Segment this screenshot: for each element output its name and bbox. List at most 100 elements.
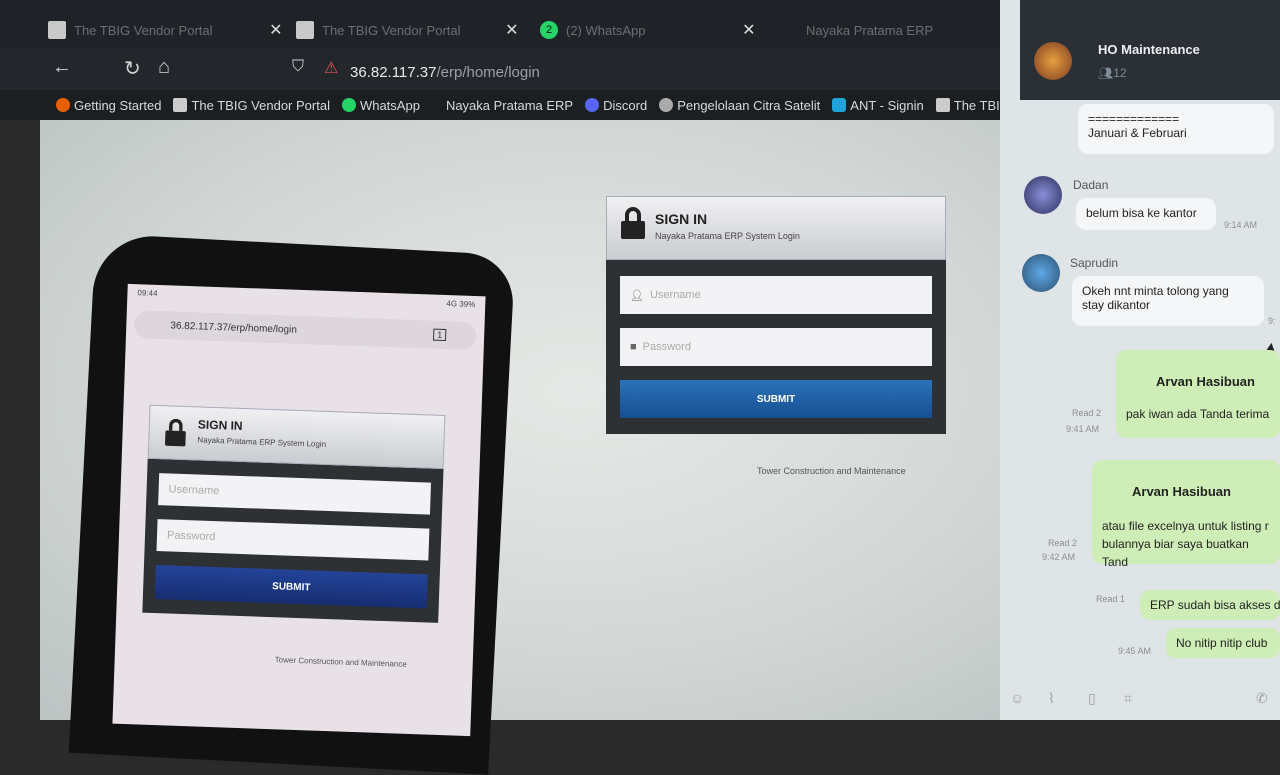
insecure-lock-icon[interactable]: ⚠ (324, 58, 338, 78)
close-tab-icon[interactable]: ✕ (505, 20, 518, 40)
chat-message: Okeh nnt minta tolong yang stay dikantor (1072, 276, 1264, 326)
chat-message-outgoing: No nitip nitip club (1166, 628, 1280, 658)
ant-icon (832, 98, 847, 112)
members-icon: 👥︎ (1098, 66, 1114, 80)
phone-login-panel: SIGN IN Nayaka Pratama ERP System Login … (142, 404, 446, 623)
user-icon: 👤︎ (630, 289, 644, 302)
bookmark-getting-started[interactable]: Getting Started (56, 98, 161, 113)
url-field[interactable]: 36.82.117.37/erp/home/login (350, 64, 540, 81)
message-sender: Arvan Hasibuan (1156, 374, 1255, 389)
tab-label: Nayaka Pratama ERP (806, 22, 934, 38)
member-count: 👥︎12 (1098, 66, 1127, 80)
phone-tabs-icon[interactable]: 1 (432, 328, 447, 342)
phone-status-icons: 4G 39% (446, 299, 476, 310)
tbig-icon (935, 98, 950, 112)
bookmark-label: Pengelolaan Citra Satelit (677, 97, 821, 113)
bookmark-label: Nayaka Pratama ERP (445, 97, 574, 113)
phone-url-text: 36.82.117.37/erp/home/login (170, 319, 298, 336)
phone-url-bar[interactable]: 36.82.117.37/erp/home/login 1 (133, 310, 477, 351)
reload-icon[interactable]: ↻ (124, 56, 141, 81)
message-time: 9:14 AM (1224, 220, 1258, 230)
bookmark-tbig-2[interactable]: The TBIG (935, 98, 1010, 113)
login-form: 👤︎ Username ■ Password SUBMIT (606, 260, 946, 434)
bookmark-label: WhatsApp (359, 97, 420, 113)
message-time: 9:45 AM (1118, 646, 1152, 656)
bookmark-whatsapp[interactable]: WhatsApp (341, 97, 420, 113)
browser-tab-bar: The TBIG Vendor Portal ✕ The TBIG Vendor… (0, 0, 1020, 48)
discord-icon (585, 98, 600, 112)
close-tab-icon[interactable]: ✕ (269, 20, 282, 40)
phone-login-title: SIGN IN (197, 417, 243, 433)
url-path: /erp/home/login (436, 64, 540, 81)
emoji-icon[interactable]: ☺ (1010, 690, 1024, 706)
firefox-icon (56, 98, 70, 112)
chat-header: HO Maintenance 👥︎12 (1020, 0, 1280, 100)
phone-call-icon[interactable]: ✆ (1256, 690, 1268, 707)
lock-icon (621, 207, 645, 239)
phone-submit-button[interactable]: SUBMIT (154, 565, 428, 609)
username-field[interactable]: 👤︎ Username (620, 276, 932, 314)
tbig-tab-icon (296, 21, 314, 39)
tab-label: The TBIG Vendor Portal (322, 22, 461, 38)
member-count-value: 12 (1113, 66, 1127, 80)
avatar[interactable] (1024, 176, 1062, 214)
chat-group-name: HO Maintenance (1098, 42, 1200, 57)
tab-tbig-vendor-portal-2[interactable]: The TBIG Vendor Portal ✕ (296, 12, 519, 48)
tab-label: (2) WhatsApp (566, 22, 646, 38)
bookmark-label: The TBIG Vendor Portal (191, 97, 330, 113)
bookmark-ant-signin[interactable]: ANT - Signin (832, 97, 924, 113)
phone-username-placeholder: Username (168, 483, 220, 498)
bookmark-nayaka[interactable]: Nayaka Pratama ERP (446, 98, 573, 113)
bookmark-label: ANT - Signin (850, 97, 924, 113)
bookmark-icon[interactable]: ▯ (1088, 690, 1096, 707)
home-icon[interactable]: ⌂ (158, 56, 170, 79)
login-header: SIGN IN Nayaka Pratama ERP System Login (606, 196, 946, 260)
desktop-login-panel: SIGN IN Nayaka Pratama ERP System Login … (606, 196, 946, 434)
tab-nayaka-erp[interactable]: Nayaka Pratama ERP ✕ (806, 12, 1013, 48)
login-title: SIGN IN (655, 211, 708, 227)
tab-whatsapp[interactable]: 2 (2) WhatsApp ✕ (540, 12, 755, 48)
message-time: 9:42 AM (1042, 552, 1076, 562)
message-text: atau file excelnya untuk listing r bulan… (1102, 519, 1269, 569)
phone-password-field[interactable]: Password (156, 519, 430, 561)
phone-username-field[interactable]: Username (158, 473, 432, 515)
close-tab-icon[interactable]: ✕ (742, 20, 755, 40)
chat-message-outgoing: ERP sudah bisa akses d (1140, 590, 1280, 620)
read-receipt: Read 1 (1096, 594, 1126, 604)
phone-login-footer: Tower Construction and Maintenance (274, 655, 407, 669)
submit-button[interactable]: SUBMIT (620, 380, 932, 418)
message-text: pak iwan ada Tanda terima (1126, 407, 1270, 421)
tab-label: The TBIG Vendor Portal (74, 22, 213, 38)
group-avatar[interactable] (1034, 42, 1072, 80)
crop-icon[interactable]: ⌗ (1124, 690, 1132, 707)
bookmark-citra-satelit[interactable]: Pengelolaan Citra Satelit (659, 98, 820, 113)
tab-tbig-vendor-portal-1[interactable]: The TBIG Vendor Portal ✕ (48, 12, 283, 48)
password-field[interactable]: ■ Password (620, 328, 932, 366)
back-icon[interactable]: ← (52, 56, 72, 79)
bookmark-label: Discord (603, 97, 648, 113)
avatar[interactable] (1022, 254, 1060, 292)
attach-icon[interactable]: ⌇ (1048, 690, 1055, 707)
bookmarks-bar: Getting Started The TBIG Vendor Portal W… (0, 90, 1020, 120)
message-sender: Dadan (1073, 178, 1109, 192)
read-receipt: Read 2 (1072, 408, 1102, 418)
phone-time: 09:44 (137, 288, 158, 298)
bookmark-tbig[interactable]: The TBIG Vendor Portal (173, 98, 330, 113)
shield-icon[interactable]: ⛉ (292, 58, 304, 76)
bookmark-discord[interactable]: Discord (585, 98, 647, 113)
phone-password-placeholder: Password (166, 529, 216, 544)
tbig-icon (173, 98, 188, 112)
read-receipt: Read 2 (1048, 538, 1078, 548)
message-sender: Arvan Hasibuan (1132, 484, 1231, 499)
phone-login-subtitle: Nayaka Pratama ERP System Login (197, 435, 327, 449)
chat-message-outgoing: Arvan Hasibuan pak iwan ada Tanda terima (1116, 350, 1280, 438)
message-sender: Saprudin (1070, 256, 1119, 270)
phone-screen: 09:44 4G 39% 36.82.117.37/erp/home/login… (112, 283, 486, 737)
url-host: 36.82.117.37 (350, 64, 437, 81)
lock-icon (164, 418, 186, 447)
login-footer: Tower Construction and Maintenance (757, 466, 906, 476)
password-placeholder: Password (642, 341, 691, 353)
phone-login-header: SIGN IN Nayaka Pratama ERP System Login (147, 404, 446, 470)
message-time: 9:41 AM (1066, 424, 1100, 434)
message-time: 9: (1268, 316, 1276, 326)
